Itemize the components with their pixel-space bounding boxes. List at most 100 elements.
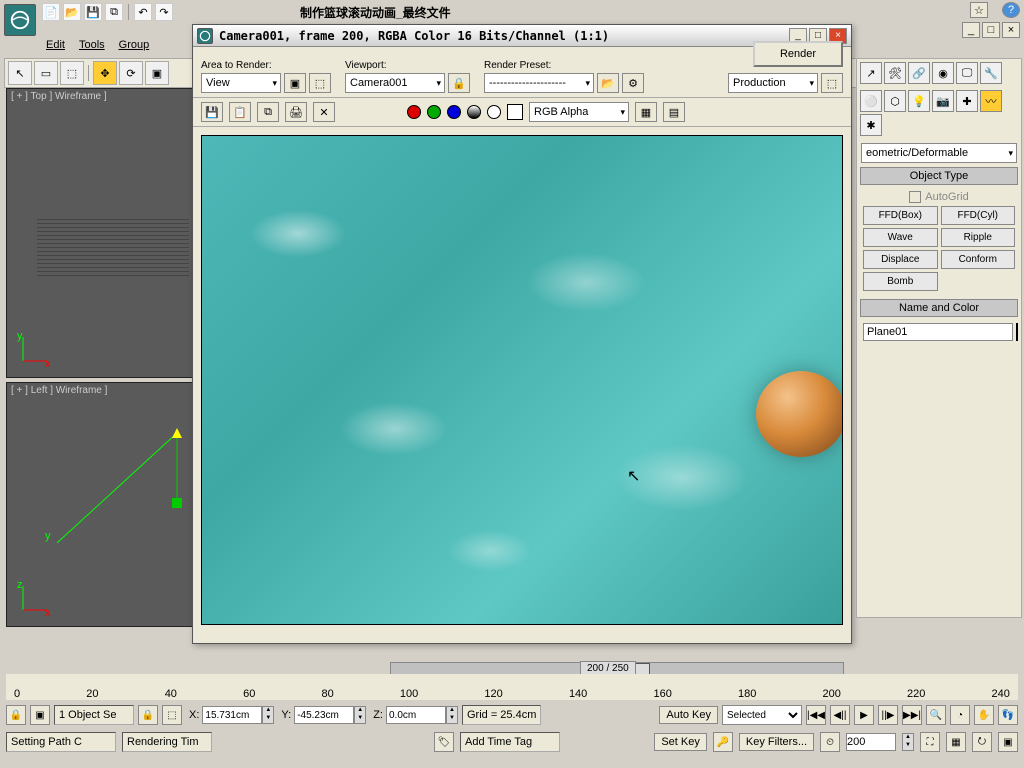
save-icon[interactable]: 💾	[84, 3, 102, 21]
play-icon[interactable]: ▶	[854, 705, 874, 725]
favorite-icon[interactable]: ☆	[970, 2, 988, 18]
key-target-dropdown[interactable]: Selected	[722, 705, 802, 725]
tab-create-icon[interactable]: ↗	[860, 62, 882, 84]
production-dropdown[interactable]: Production	[728, 73, 818, 93]
preset-dropdown[interactable]: ---------------------	[484, 73, 594, 93]
channel-mono[interactable]	[487, 105, 501, 119]
prev-frame-icon[interactable]: ◀||	[830, 705, 850, 725]
toggle-overlay-icon[interactable]: ▦	[635, 102, 657, 122]
spacewarps-icon[interactable]: 〰	[980, 90, 1002, 112]
y-spinner[interactable]: ▲▼	[354, 706, 366, 724]
ffd-box-button[interactable]: FFD(Box)	[863, 206, 938, 225]
frame-spinner[interactable]: ▲▼	[902, 733, 914, 751]
geom-icon[interactable]: ⚪	[860, 90, 882, 112]
preset-save-icon[interactable]: ⚙	[622, 73, 644, 93]
area-dropdown[interactable]: View	[201, 73, 281, 93]
clear-icon[interactable]: ✕	[313, 102, 335, 122]
keyfilters-button[interactable]: Key Filters...	[739, 733, 814, 751]
transform-type-icon[interactable]: ⬚	[162, 705, 182, 725]
undo-icon[interactable]: ↶	[134, 3, 152, 21]
arc-rotate-icon[interactable]: ⭮	[972, 732, 992, 752]
select-rect-icon[interactable]: ▭	[34, 61, 58, 85]
lock-toggle-icon[interactable]: 🔒	[138, 705, 158, 725]
menu-edit[interactable]: Edit	[42, 38, 69, 54]
tab-utilities-icon[interactable]: 🔧	[980, 62, 1002, 84]
wave-button[interactable]: Wave	[863, 228, 938, 247]
viewport-left[interactable]: [ + ] Left ] Wireframe ] y zx	[6, 382, 194, 627]
channel-red[interactable]	[407, 105, 421, 119]
help-icon[interactable]: ?	[1002, 2, 1020, 18]
timeline-ruler[interactable]: 020406080100120140160180200220240	[6, 674, 1018, 700]
tab-hierarchy-icon[interactable]: 🔗	[908, 62, 930, 84]
rotate-icon[interactable]: ⟳	[119, 61, 143, 85]
print-icon[interactable]: 🖨	[285, 102, 307, 122]
render-button[interactable]: Render	[753, 41, 843, 67]
goto-start-icon[interactable]: |◀◀	[806, 705, 826, 725]
move-icon[interactable]: ✥	[93, 61, 117, 85]
z-spinner[interactable]: ▲▼	[446, 706, 458, 724]
walk-icon[interactable]: 👣	[998, 705, 1018, 725]
add-time-tag[interactable]: Add Time Tag	[460, 732, 560, 752]
viewport-dropdown[interactable]: Camera001	[345, 73, 445, 93]
x-input[interactable]	[202, 706, 262, 724]
time-config-icon[interactable]: ⏲	[820, 732, 840, 752]
autogrid-checkbox[interactable]: AutoGrid	[857, 188, 1021, 206]
next-frame-icon[interactable]: ||▶	[878, 705, 898, 725]
object-name-input[interactable]	[863, 323, 1013, 341]
save-image-icon[interactable]: 💾	[201, 102, 223, 122]
new-icon[interactable]: 📄	[42, 3, 60, 21]
toggle-ui-icon[interactable]: ▤	[663, 102, 685, 122]
render-setup-icon[interactable]: ⬚	[821, 73, 843, 93]
autokey-button[interactable]: Auto Key	[659, 706, 718, 724]
conform-button[interactable]: Conform	[941, 250, 1016, 269]
z-input[interactable]	[386, 706, 446, 724]
cameras-icon[interactable]: 📷	[932, 90, 954, 112]
zoom-all-icon[interactable]: ▦	[946, 732, 966, 752]
modifier-category-dropdown[interactable]: eometric/Deformable	[861, 143, 1017, 163]
viewport-top[interactable]: [ + ] Top ] Wireframe ] yx	[6, 88, 194, 378]
scale-icon[interactable]: ▣	[145, 61, 169, 85]
swatch[interactable]	[507, 104, 523, 120]
systems-icon[interactable]: ✱	[860, 114, 882, 136]
field-of-view-icon[interactable]: ◔	[950, 705, 970, 725]
region-icon[interactable]: ⬚	[309, 73, 331, 93]
helpers-icon[interactable]: ✚	[956, 90, 978, 112]
menu-group[interactable]: Group	[115, 38, 154, 54]
isolate-icon[interactable]: ▣	[30, 705, 50, 725]
tab-motion-icon[interactable]: ◉	[932, 62, 954, 84]
channel-green[interactable]	[427, 105, 441, 119]
crop-icon[interactable]: ▣	[284, 73, 306, 93]
redo-icon[interactable]: ↷	[155, 3, 173, 21]
goto-end-icon[interactable]: ▶▶|	[902, 705, 922, 725]
select-window-icon[interactable]: ⬚	[60, 61, 84, 85]
lock-selection-icon[interactable]: 🔒	[6, 705, 26, 725]
min-max-toggle-icon[interactable]: ⛶	[920, 732, 940, 752]
y-input[interactable]	[294, 706, 354, 724]
ripple-button[interactable]: Ripple	[941, 228, 1016, 247]
displace-button[interactable]: Displace	[863, 250, 938, 269]
copy-icon[interactable]: 📋	[229, 102, 251, 122]
maximize-viewport-icon[interactable]: ▣	[998, 732, 1018, 752]
bomb-button[interactable]: Bomb	[863, 272, 938, 291]
pan-icon[interactable]: ✋	[974, 705, 994, 725]
maximize-button[interactable]: □	[982, 22, 1000, 38]
open-icon[interactable]: 📂	[63, 3, 81, 21]
minimize-button[interactable]: _	[962, 22, 980, 38]
ffd-cyl-button[interactable]: FFD(Cyl)	[941, 206, 1016, 225]
setkey-button[interactable]: Set Key	[654, 733, 707, 751]
current-frame-input[interactable]	[846, 733, 896, 751]
tab-display-icon[interactable]: 🖵	[956, 62, 978, 84]
lights-icon[interactable]: 💡	[908, 90, 930, 112]
object-color-swatch[interactable]	[1016, 323, 1018, 341]
channel-dropdown[interactable]: RGB Alpha	[529, 102, 629, 122]
save-as-icon[interactable]: ⧉	[105, 3, 123, 21]
preset-load-icon[interactable]: 📂	[597, 73, 619, 93]
zoom-extents-icon[interactable]: 🔍	[926, 705, 946, 725]
select-icon[interactable]: ↖	[8, 61, 32, 85]
key-icon[interactable]: 🔑	[713, 732, 733, 752]
channel-blue[interactable]	[447, 105, 461, 119]
x-spinner[interactable]: ▲▼	[262, 706, 274, 724]
menu-tools[interactable]: Tools	[75, 38, 109, 54]
close-button[interactable]: ×	[1002, 22, 1020, 38]
shapes-icon[interactable]: ⬡	[884, 90, 906, 112]
